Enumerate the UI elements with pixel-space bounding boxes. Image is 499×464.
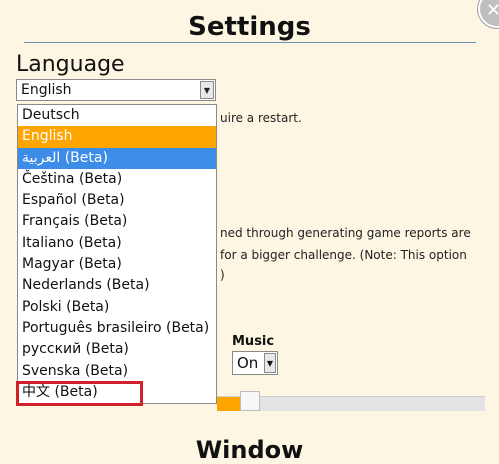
volume-slider-thumb[interactable] xyxy=(240,391,260,411)
language-option[interactable]: Deutsch xyxy=(18,105,216,126)
language-option[interactable]: Polski (Beta) xyxy=(18,297,216,318)
language-option[interactable]: Italiano (Beta) xyxy=(18,233,216,254)
music-label: Music xyxy=(232,334,275,349)
language-option[interactable]: Français (Beta) xyxy=(18,211,216,232)
language-option[interactable]: Español (Beta) xyxy=(18,190,216,211)
music-select[interactable]: On ▼ xyxy=(232,351,278,375)
language-option[interactable]: العربية (Beta) xyxy=(18,147,216,169)
chevron-down-icon[interactable]: ▼ xyxy=(264,353,276,373)
language-select[interactable]: English ▼ xyxy=(16,79,216,101)
language-option[interactable]: Magyar (Beta) xyxy=(18,254,216,275)
reports-text-line-2: for a bigger challenge. (Note: This opti… xyxy=(220,248,467,262)
title-divider xyxy=(24,42,476,43)
language-option[interactable]: русский (Beta) xyxy=(18,339,216,360)
language-option[interactable]: Nederlands (Beta) xyxy=(18,275,216,296)
language-option[interactable]: English xyxy=(18,126,216,148)
music-select-value: On xyxy=(237,354,259,372)
language-dropdown-list[interactable]: Deutsch English العربية (Beta) Čeština (Bet… xyxy=(17,104,217,404)
restart-note: uire a restart. xyxy=(220,111,302,125)
language-option[interactable]: Čeština (Beta) xyxy=(18,169,216,190)
reports-text-line-3: ) xyxy=(220,268,225,282)
reports-text-line-1: ned through generating game reports are xyxy=(220,226,471,240)
chevron-down-icon[interactable]: ▼ xyxy=(200,81,214,99)
language-option[interactable]: Svenska (Beta) xyxy=(18,361,216,382)
highlight-annotation-box xyxy=(16,381,143,406)
language-heading: Language xyxy=(16,52,125,77)
language-select-value: English xyxy=(21,82,72,98)
window-section-heading: Window xyxy=(195,436,304,464)
language-option[interactable]: Português brasileiro (Beta) xyxy=(18,318,216,339)
page-title: Settings xyxy=(188,12,311,42)
